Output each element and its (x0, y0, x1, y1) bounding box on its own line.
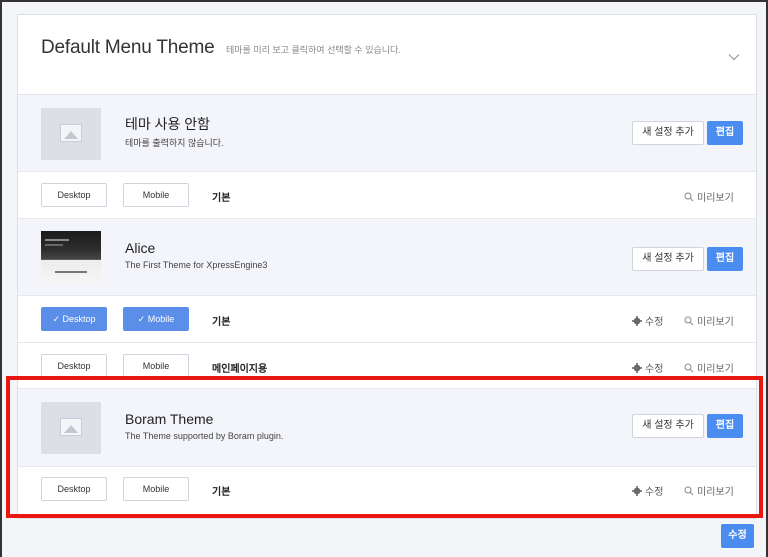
config-name: 기본 (212, 487, 231, 498)
edit-theme-button[interactable]: 편집 (707, 121, 743, 145)
search-icon (684, 486, 694, 496)
theme-thumbnail (41, 108, 101, 160)
theme-row-boram[interactable]: Boram Theme The Theme supported by Boram… (18, 389, 756, 467)
preview-link[interactable]: 미리보기 (684, 189, 734, 204)
desktop-toggle[interactable]: Desktop (41, 354, 107, 378)
edit-theme-button[interactable]: 편집 (707, 414, 743, 438)
config-name: 메인페이지용 (212, 364, 268, 375)
search-icon (684, 363, 694, 373)
theme-thumbnail (41, 402, 101, 454)
preview-link[interactable]: 미리보기 (684, 483, 734, 498)
theme-row-alice[interactable]: Alice The First Theme for XpressEngine3 … (18, 219, 756, 296)
theme-name: Boram Theme (125, 411, 214, 427)
theme-name: 테마 사용 안함 (125, 116, 211, 132)
theme-thumbnail (41, 231, 101, 283)
theme-subtitle: The Theme supported by Boram plugin. (125, 431, 284, 441)
theme-name: Alice (125, 240, 156, 256)
theme-config-row[interactable]: Desktop Mobile 메인페이지용 수정 미리보기 (18, 343, 756, 389)
page-frame: Default Menu Theme 테마를 미리 보고 클릭하여 선택할 수 … (0, 0, 768, 557)
edit-theme-button[interactable]: 편집 (707, 247, 743, 271)
save-button[interactable]: 수정 (721, 524, 754, 548)
image-placeholder-icon (60, 418, 82, 436)
mobile-toggle[interactable]: Mobile (123, 477, 189, 501)
theme-subtitle: 테마를 출력하지 않습니다. (125, 138, 224, 148)
gear-icon (632, 486, 642, 496)
theme-subtitle: The First Theme for XpressEngine3 (125, 260, 268, 270)
mobile-toggle[interactable]: ✓ Mobile (123, 307, 189, 331)
theme-config-row[interactable]: Desktop Mobile 기본 미리보기 (18, 172, 756, 219)
edit-config-link[interactable]: 수정 (632, 313, 663, 328)
preview-link[interactable]: 미리보기 (684, 313, 734, 328)
card-header[interactable]: Default Menu Theme 테마를 미리 보고 클릭하여 선택할 수 … (18, 15, 756, 95)
desktop-toggle[interactable]: ✓ Desktop (41, 307, 107, 331)
config-name: 기본 (212, 317, 231, 328)
desktop-toggle[interactable]: Desktop (41, 183, 107, 207)
add-config-button[interactable]: 새 설정 추가 (632, 247, 704, 271)
mobile-toggle[interactable]: Mobile (123, 183, 189, 207)
desktop-toggle[interactable]: Desktop (41, 477, 107, 501)
theme-row-none[interactable]: 테마 사용 안함 테마를 출력하지 않습니다. 새 설정 추가 편집 (18, 95, 756, 172)
edit-config-link[interactable]: 수정 (632, 483, 663, 498)
gear-icon (632, 316, 642, 326)
search-icon (684, 316, 694, 326)
preview-link[interactable]: 미리보기 (684, 360, 734, 375)
gear-icon (632, 363, 642, 373)
mobile-toggle[interactable]: Mobile (123, 354, 189, 378)
config-name: 기본 (212, 193, 231, 204)
theme-config-row[interactable]: ✓ Desktop ✓ Mobile 기본 수정 미리보기 (18, 296, 756, 343)
edit-config-link[interactable]: 수정 (632, 360, 663, 375)
search-icon (684, 192, 694, 202)
add-config-button[interactable]: 새 설정 추가 (632, 121, 704, 145)
chevron-down-icon[interactable] (728, 51, 740, 63)
card-title: Default Menu Theme (41, 37, 215, 58)
theme-select-card: Default Menu Theme 테마를 미리 보고 클릭하여 선택할 수 … (17, 14, 757, 519)
card-description: 테마를 미리 보고 클릭하여 선택할 수 있습니다. (226, 45, 401, 55)
image-placeholder-icon (60, 124, 82, 142)
theme-config-row[interactable]: Desktop Mobile 기본 수정 미리보기 (18, 467, 756, 514)
add-config-button[interactable]: 새 설정 추가 (632, 414, 704, 438)
